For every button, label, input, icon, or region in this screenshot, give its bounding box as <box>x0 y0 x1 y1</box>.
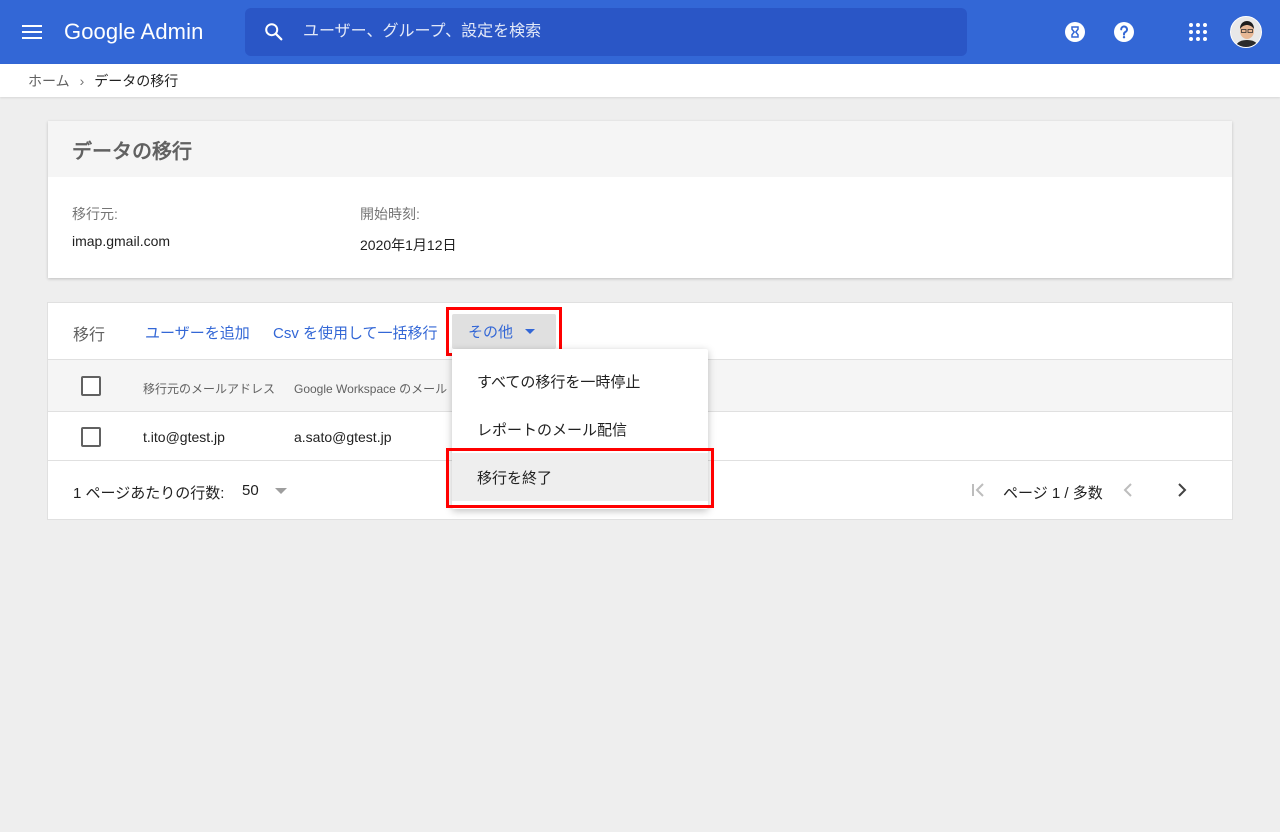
migration-section-title: 移行 <box>73 327 106 344</box>
previous-page-icon[interactable] <box>1119 480 1139 500</box>
apps-grid-icon[interactable] <box>1186 20 1210 44</box>
breadcrumb-home[interactable]: ホーム <box>28 71 70 91</box>
menu-item-email-report[interactable]: レポートのメール配信 <box>452 405 708 453</box>
more-button[interactable]: その他 <box>452 314 556 349</box>
source-value: imap.gmail.com <box>72 233 171 249</box>
row-destination-email: a.sato@gtest.jp <box>294 429 392 445</box>
brand-google: Google <box>64 19 136 44</box>
top-app-bar: Google Admin <box>0 0 1280 64</box>
column-header-workspace-email[interactable]: Google Workspace のメール <box>294 380 447 397</box>
caret-down-icon <box>274 488 287 494</box>
brand-admin: Admin <box>140 19 204 44</box>
more-button-label: その他 <box>468 324 514 341</box>
rows-per-page-label: 1 ページあたりの行数: <box>73 485 225 502</box>
menu-icon[interactable] <box>22 20 50 44</box>
migration-summary-card: データの移行 移行元: imap.gmail.com 開始時刻: 2020年1月… <box>48 121 1232 278</box>
select-all-checkbox[interactable] <box>81 376 101 396</box>
add-user-button[interactable]: ユーザーを追加 <box>145 322 250 343</box>
bulk-csv-migration-button[interactable]: Csv を使用して一括移行 <box>273 322 438 343</box>
help-icon[interactable] <box>1112 20 1136 44</box>
breadcrumb-current: データの移行 <box>94 72 179 89</box>
first-page-icon[interactable] <box>969 480 989 500</box>
pager-text: ページ 1 / 多数 <box>1003 485 1103 502</box>
column-header-source-email[interactable]: 移行元のメールアドレス <box>143 380 275 397</box>
source-label: 移行元: <box>72 206 118 222</box>
search-input[interactable] <box>303 8 943 56</box>
row-source-email: t.ito@gtest.jp <box>143 429 225 445</box>
breadcrumb: ホーム › データの移行 <box>0 64 1280 97</box>
next-page-icon[interactable] <box>1171 480 1191 500</box>
rows-per-page-value: 50 <box>242 482 259 499</box>
user-avatar-icon <box>1231 17 1261 47</box>
more-menu: すべての移行を一時停止 レポートのメール配信 移行を終了 <box>452 349 708 509</box>
search-icon[interactable] <box>263 21 285 43</box>
start-time-label: 開始時刻: <box>360 206 420 222</box>
avatar[interactable] <box>1230 16 1262 48</box>
menu-item-end-migration[interactable]: 移行を終了 <box>452 453 708 501</box>
google-admin-logo[interactable]: Google Admin <box>64 17 203 47</box>
chevron-right-icon: › <box>79 72 85 89</box>
start-time-value: 2020年1月12日 <box>360 237 457 253</box>
caret-down-icon <box>525 329 536 334</box>
row-checkbox[interactable] <box>81 427 101 447</box>
hourglass-icon[interactable] <box>1063 20 1087 44</box>
rows-per-page-select[interactable]: 50 <box>242 482 287 499</box>
menu-item-pause-all[interactable]: すべての移行を一時停止 <box>452 357 708 405</box>
page-title: データの移行 <box>48 121 1232 177</box>
search-box[interactable] <box>245 8 967 56</box>
